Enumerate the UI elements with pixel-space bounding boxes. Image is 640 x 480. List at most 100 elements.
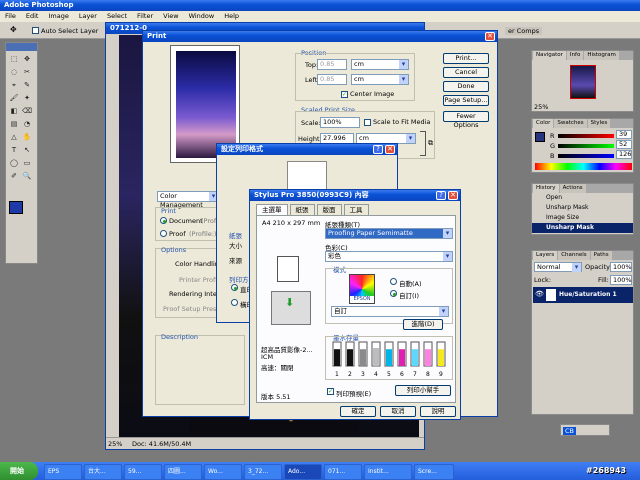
advanced-button[interactable]: 進階(D)	[403, 319, 443, 330]
blend-mode-select[interactable]: Normal	[534, 262, 582, 272]
print-help-button[interactable]: 列印小幫手	[395, 385, 451, 396]
tool-14-icon[interactable]: T	[9, 146, 19, 155]
print-preview-checkbox[interactable]: ✓	[327, 388, 334, 395]
tool-9-icon[interactable]: ⌫	[22, 107, 32, 116]
color-r-slider[interactable]	[558, 134, 614, 138]
color-tab-2[interactable]: Styles	[587, 119, 611, 128]
layers-tab-2[interactable]: Paths	[590, 251, 612, 260]
top-unit-select[interactable]: cm	[351, 59, 409, 70]
epson-close-button[interactable]: ✕	[448, 191, 458, 200]
navigator-thumbnail[interactable]	[570, 65, 596, 99]
start-button[interactable]: 開始	[0, 462, 38, 480]
proof-radio[interactable]	[160, 230, 167, 237]
layer-comps-tab[interactable]: er Comps	[505, 27, 543, 35]
menu-window[interactable]: Window	[184, 11, 220, 22]
taskbar-button[interactable]: Scre...	[414, 464, 454, 480]
custom-mode-select[interactable]: 自訂	[331, 306, 449, 317]
history-item[interactable]: Unsharp Mask	[532, 223, 633, 233]
mode-auto-radio[interactable]	[390, 278, 397, 285]
color-b-slider[interactable]	[558, 154, 614, 158]
top-input[interactable]: 0.85	[317, 59, 347, 70]
color-select[interactable]: 彩色	[325, 251, 453, 262]
fill-input[interactable]: 100%	[610, 275, 632, 285]
tool-2-icon[interactable]: ◌	[9, 68, 19, 77]
history-item[interactable]: Image Size	[532, 213, 633, 223]
tool-5-icon[interactable]: ✎	[22, 81, 32, 90]
done-button[interactable]: Done	[443, 81, 489, 92]
color-spectrum-bar[interactable]	[535, 163, 632, 170]
tool-7-icon[interactable]: ✦	[22, 94, 32, 103]
left-unit-select[interactable]: cm	[351, 74, 409, 85]
tool-6-icon[interactable]: 🖌	[9, 94, 19, 103]
tool-16-icon[interactable]: ◯	[9, 159, 19, 168]
epson-tab-1[interactable]: 紙張	[289, 204, 315, 215]
tool-13-icon[interactable]: ✋	[22, 133, 32, 142]
color-foreground-swatch[interactable]	[535, 132, 545, 142]
page-setup-close-button[interactable]: ✕	[385, 145, 395, 154]
cancel-button[interactable]: Cancel	[443, 67, 489, 78]
menu-layer[interactable]: Layer	[74, 11, 102, 22]
media-type-select[interactable]: Proofing Paper Semimatte	[325, 228, 453, 239]
dock-cb-button[interactable]: CB	[563, 427, 576, 435]
color-g-value[interactable]: 52	[616, 140, 632, 149]
epson-ok-button[interactable]: 確定	[340, 406, 376, 417]
history-item[interactable]: Open	[532, 193, 633, 203]
taskbar-button[interactable]: 59...	[124, 464, 162, 480]
tool-8-icon[interactable]: ◧	[9, 107, 19, 116]
tool-11-icon[interactable]: ◔	[22, 120, 32, 129]
navigator-tab-1[interactable]: Info	[566, 51, 584, 60]
color-r-value[interactable]: 39	[616, 130, 632, 139]
color-tab-0[interactable]: Color	[533, 119, 554, 128]
portrait-radio[interactable]	[231, 284, 238, 291]
epson-cancel-button[interactable]: 取消	[380, 406, 416, 417]
epson-tab-0[interactable]: 主選單	[256, 204, 288, 215]
tool-17-icon[interactable]: ▭	[22, 159, 32, 168]
menu-file[interactable]: File	[0, 11, 21, 22]
document-radio[interactable]	[160, 217, 167, 224]
taskbar-button[interactable]: EPS	[44, 464, 82, 480]
scale-to-fit-checkbox[interactable]	[364, 119, 371, 126]
color-b-value[interactable]: 126	[616, 150, 632, 159]
opacity-input[interactable]: 100%	[610, 262, 632, 272]
layers-tab-0[interactable]: Layers	[533, 251, 558, 260]
epson-help-text-button[interactable]: 說明	[420, 406, 456, 417]
epson-help-button[interactable]: ?	[436, 191, 446, 200]
auto-select-checkbox[interactable]	[32, 27, 39, 34]
layer-row[interactable]: 👁 Hue/Saturation 1	[533, 287, 633, 303]
history-tab-1[interactable]: Actions	[559, 184, 586, 193]
menu-image[interactable]: Image	[43, 11, 73, 22]
epson-tab-2[interactable]: 版面	[316, 204, 342, 215]
fewer-options-button[interactable]: Fewer Options	[443, 111, 489, 129]
navigator-tab-0[interactable]: Navigator	[533, 51, 566, 60]
taskbar-button[interactable]: 台大...	[84, 464, 122, 480]
tool-4-icon[interactable]: ⌖	[9, 81, 19, 90]
taskbar-button[interactable]: Ado...	[284, 464, 322, 480]
taskbar-button[interactable]: 071...	[324, 464, 362, 480]
tool-19-icon[interactable]: 🔍	[22, 172, 32, 181]
menu-view[interactable]: View	[158, 11, 183, 22]
navigator-tab-2[interactable]: Histogram	[584, 51, 619, 60]
taskbar-button[interactable]: 四圖...	[164, 464, 202, 480]
color-tab-1[interactable]: Swatches	[554, 119, 587, 128]
taskbar-button[interactable]: Instit...	[364, 464, 412, 480]
landscape-radio[interactable]	[231, 299, 238, 306]
tool-10-icon[interactable]: ▤	[9, 120, 19, 129]
scale-input[interactable]: 100%	[320, 117, 360, 128]
epson-tab-3[interactable]: 工具	[343, 204, 369, 215]
print-button[interactable]: Print...	[443, 53, 489, 64]
tool-1-icon[interactable]: ✥	[22, 55, 32, 64]
page-setup-button[interactable]: Page Setup...	[443, 95, 489, 106]
mode-custom-radio[interactable]	[390, 290, 397, 297]
move-tool-icon[interactable]: ✥	[10, 25, 17, 34]
menu-filter[interactable]: Filter	[132, 11, 158, 22]
center-image-checkbox[interactable]: ✓	[341, 91, 348, 98]
color-g-slider[interactable]	[558, 144, 614, 148]
menu-edit[interactable]: Edit	[21, 11, 44, 22]
taskbar-button[interactable]: 3_72...	[244, 464, 282, 480]
foreground-color-swatch[interactable]	[9, 201, 23, 214]
tool-18-icon[interactable]: ✐	[9, 172, 19, 181]
eye-icon[interactable]: 👁	[535, 290, 544, 298]
left-input[interactable]: 0.85	[317, 74, 347, 85]
menu-help[interactable]: Help	[219, 11, 244, 22]
taskbar-button[interactable]: Wo...	[204, 464, 242, 480]
